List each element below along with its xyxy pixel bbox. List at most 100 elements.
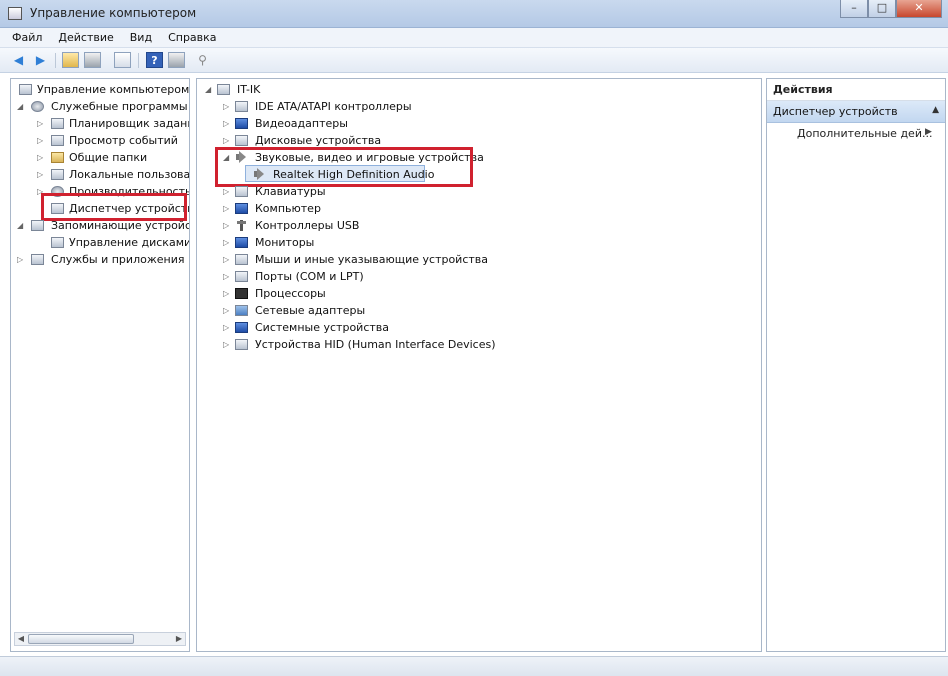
- help-button[interactable]: ?: [146, 52, 163, 68]
- disk-icon: [51, 237, 64, 248]
- menu-bar: Файл Действие Вид Справка: [0, 28, 948, 48]
- show-tree-button[interactable]: [84, 52, 101, 68]
- usb-icon: [235, 220, 248, 231]
- device-category[interactable]: ▷ Видеоадаптеры: [201, 115, 701, 132]
- arrow-left-icon: ◀: [13, 53, 24, 67]
- maximize-button[interactable]: □: [868, 0, 896, 18]
- collapse-arrow-icon[interactable]: ▷: [223, 319, 229, 336]
- device-category[interactable]: ▷ Клавиатуры: [201, 183, 701, 200]
- toolbar-separator: [138, 53, 139, 68]
- device-category[interactable]: ▷ Контроллеры USB: [201, 217, 701, 234]
- expand-arrow-icon[interactable]: ◢: [17, 217, 23, 234]
- tree-item-storage[interactable]: ◢ Запоминающие устройст: [15, 217, 189, 234]
- back-button[interactable]: ◀: [10, 52, 27, 68]
- display-adapter-icon: [235, 118, 248, 129]
- scan-icon: ⚲: [198, 53, 207, 67]
- keyboard-icon: [235, 186, 248, 197]
- device-category[interactable]: ▷ Устройства HID (Human Interface Device…: [201, 336, 701, 353]
- menu-file[interactable]: Файл: [12, 31, 42, 44]
- actions-section-device-manager[interactable]: Диспетчер устройств ▲: [767, 101, 945, 123]
- tree-item-disk-management[interactable]: Управление дисками: [15, 234, 189, 251]
- shared-folder-icon: [51, 152, 64, 163]
- device-category[interactable]: ▷ Системные устройства: [201, 319, 701, 336]
- device-category[interactable]: ▷ Мыши и иные указывающие устройства: [201, 251, 701, 268]
- collapse-arrow-icon[interactable]: ▷: [223, 200, 229, 217]
- menu-view[interactable]: Вид: [130, 31, 152, 44]
- scroll-right-icon[interactable]: ▶: [173, 633, 185, 645]
- collapse-arrow-icon[interactable]: ▷: [17, 251, 23, 268]
- collapse-arrow-icon[interactable]: ▷: [223, 234, 229, 251]
- collapse-section-icon[interactable]: ▲: [932, 105, 939, 115]
- scan-hardware-button[interactable]: ⚲: [194, 52, 211, 68]
- collapse-arrow-icon[interactable]: ▷: [223, 302, 229, 319]
- processor-icon: [235, 288, 248, 299]
- collapse-arrow-icon[interactable]: ▷: [223, 98, 229, 115]
- mouse-icon: [235, 254, 248, 265]
- port-icon: [235, 271, 248, 282]
- ide-controller-icon: [235, 101, 248, 112]
- action-pane-button[interactable]: [168, 52, 185, 68]
- more-actions-link[interactable]: Дополнительные дей... ▶: [797, 127, 932, 140]
- device-category[interactable]: ▷ Сетевые адаптеры: [201, 302, 701, 319]
- up-folder-button[interactable]: [62, 52, 79, 68]
- tree-item-root[interactable]: Управление компьютером (л: [15, 81, 189, 98]
- scroll-thumb[interactable]: [28, 634, 134, 644]
- tree-item-shared-folders[interactable]: ▷ Общие папки: [15, 149, 189, 166]
- more-actions-label: Дополнительные дей...: [797, 127, 933, 140]
- network-adapter-icon: [235, 305, 248, 316]
- title-bar: Управление компьютером – □ ✕: [0, 0, 948, 28]
- computer-icon: [217, 84, 230, 95]
- collapse-arrow-icon[interactable]: ▷: [223, 217, 229, 234]
- scroll-left-icon[interactable]: ◀: [15, 633, 27, 645]
- tree-item-task-scheduler[interactable]: ▷ Планировщик задани: [15, 115, 189, 132]
- disk-drive-icon: [235, 135, 248, 146]
- menu-action[interactable]: Действие: [58, 31, 113, 44]
- left-pane-scrollbar[interactable]: ◀ ▶: [14, 632, 186, 646]
- device-tree-pane: ◢ IT-IK ▷ IDE ATA/ATAPI контроллеры ▷ Ви…: [196, 78, 762, 652]
- collapse-arrow-icon[interactable]: ▷: [223, 183, 229, 200]
- tree-item-system-tools[interactable]: ◢ Служебные программы: [15, 98, 189, 115]
- collapse-arrow-icon[interactable]: ▷: [37, 149, 43, 166]
- device-category[interactable]: ▷ Порты (COM и LPT): [201, 268, 701, 285]
- actions-pane: Действия Диспетчер устройств ▲ Дополните…: [766, 78, 946, 652]
- minimize-button[interactable]: –: [840, 0, 868, 18]
- toolbar-separator: [55, 53, 56, 68]
- forward-button[interactable]: ▶: [32, 52, 49, 68]
- expand-arrow-icon[interactable]: ◢: [17, 98, 23, 115]
- actions-section-label: Диспетчер устройств: [773, 105, 898, 118]
- users-icon: [51, 169, 64, 180]
- collapse-arrow-icon[interactable]: ▷: [223, 251, 229, 268]
- window-controls: – □ ✕: [840, 0, 942, 18]
- computer-management-icon: [8, 7, 22, 20]
- device-category[interactable]: ▷ Мониторы: [201, 234, 701, 251]
- collapse-arrow-icon[interactable]: ▷: [223, 285, 229, 302]
- tree-item-local-users[interactable]: ▷ Локальные пользовате: [15, 166, 189, 183]
- sound-devices-highlight: [215, 147, 473, 187]
- help-icon: ?: [151, 54, 158, 67]
- menu-help[interactable]: Справка: [168, 31, 216, 44]
- tree-item-services[interactable]: ▷ Службы и приложения: [15, 251, 189, 268]
- monitor-icon: [235, 237, 248, 248]
- collapse-arrow-icon[interactable]: ▷: [223, 336, 229, 353]
- properties-button[interactable]: [114, 52, 131, 68]
- collapse-arrow-icon[interactable]: ▷: [223, 268, 229, 285]
- close-button[interactable]: ✕: [896, 0, 942, 18]
- device-category[interactable]: ▷ IDE ATA/ATAPI контроллеры: [201, 98, 701, 115]
- collapse-arrow-icon[interactable]: ▷: [223, 115, 229, 132]
- collapse-arrow-icon[interactable]: ▷: [37, 132, 43, 149]
- device-category[interactable]: ▷ Компьютер: [201, 200, 701, 217]
- actions-header: Действия: [767, 79, 945, 101]
- computer-management-icon: [19, 84, 32, 95]
- tree-item-event-viewer[interactable]: ▷ Просмотр событий: [15, 132, 189, 149]
- hid-icon: [235, 339, 248, 350]
- event-log-icon: [51, 135, 64, 146]
- expand-arrow-icon[interactable]: ◢: [205, 81, 211, 98]
- collapse-arrow-icon[interactable]: ▷: [37, 166, 43, 183]
- window-title: Управление компьютером: [30, 6, 197, 20]
- services-icon: [31, 254, 44, 265]
- device-category[interactable]: ▷ Процессоры: [201, 285, 701, 302]
- submenu-arrow-icon: ▶: [925, 127, 932, 137]
- collapse-arrow-icon[interactable]: ▷: [37, 115, 43, 132]
- storage-icon: [31, 220, 44, 231]
- device-tree-computer[interactable]: ◢ IT-IK: [201, 81, 701, 98]
